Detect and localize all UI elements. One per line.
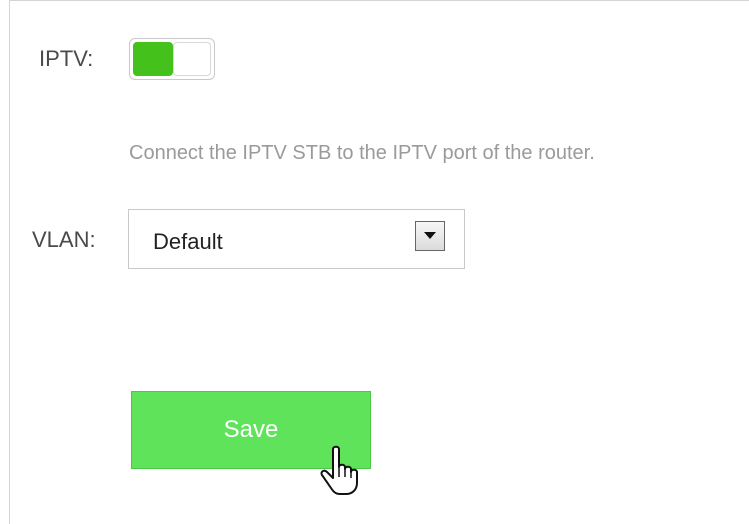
iptv-settings-panel: IPTV: Connect the IPTV STB to the IPTV p… [9, 0, 749, 524]
vlan-select-value: Default [153, 229, 223, 254]
dropdown-arrow-icon[interactable] [415, 221, 445, 251]
hand-pointer-icon [320, 445, 358, 495]
iptv-label: IPTV: [39, 46, 94, 71]
vlan-select[interactable]: Default [128, 209, 465, 269]
toggle-knob[interactable] [173, 42, 211, 76]
iptv-toggle[interactable] [129, 38, 215, 80]
toggle-on-indicator [133, 42, 173, 76]
vlan-label: VLAN: [32, 227, 96, 252]
iptv-hint-text: Connect the IPTV STB to the IPTV port of… [129, 142, 595, 164]
